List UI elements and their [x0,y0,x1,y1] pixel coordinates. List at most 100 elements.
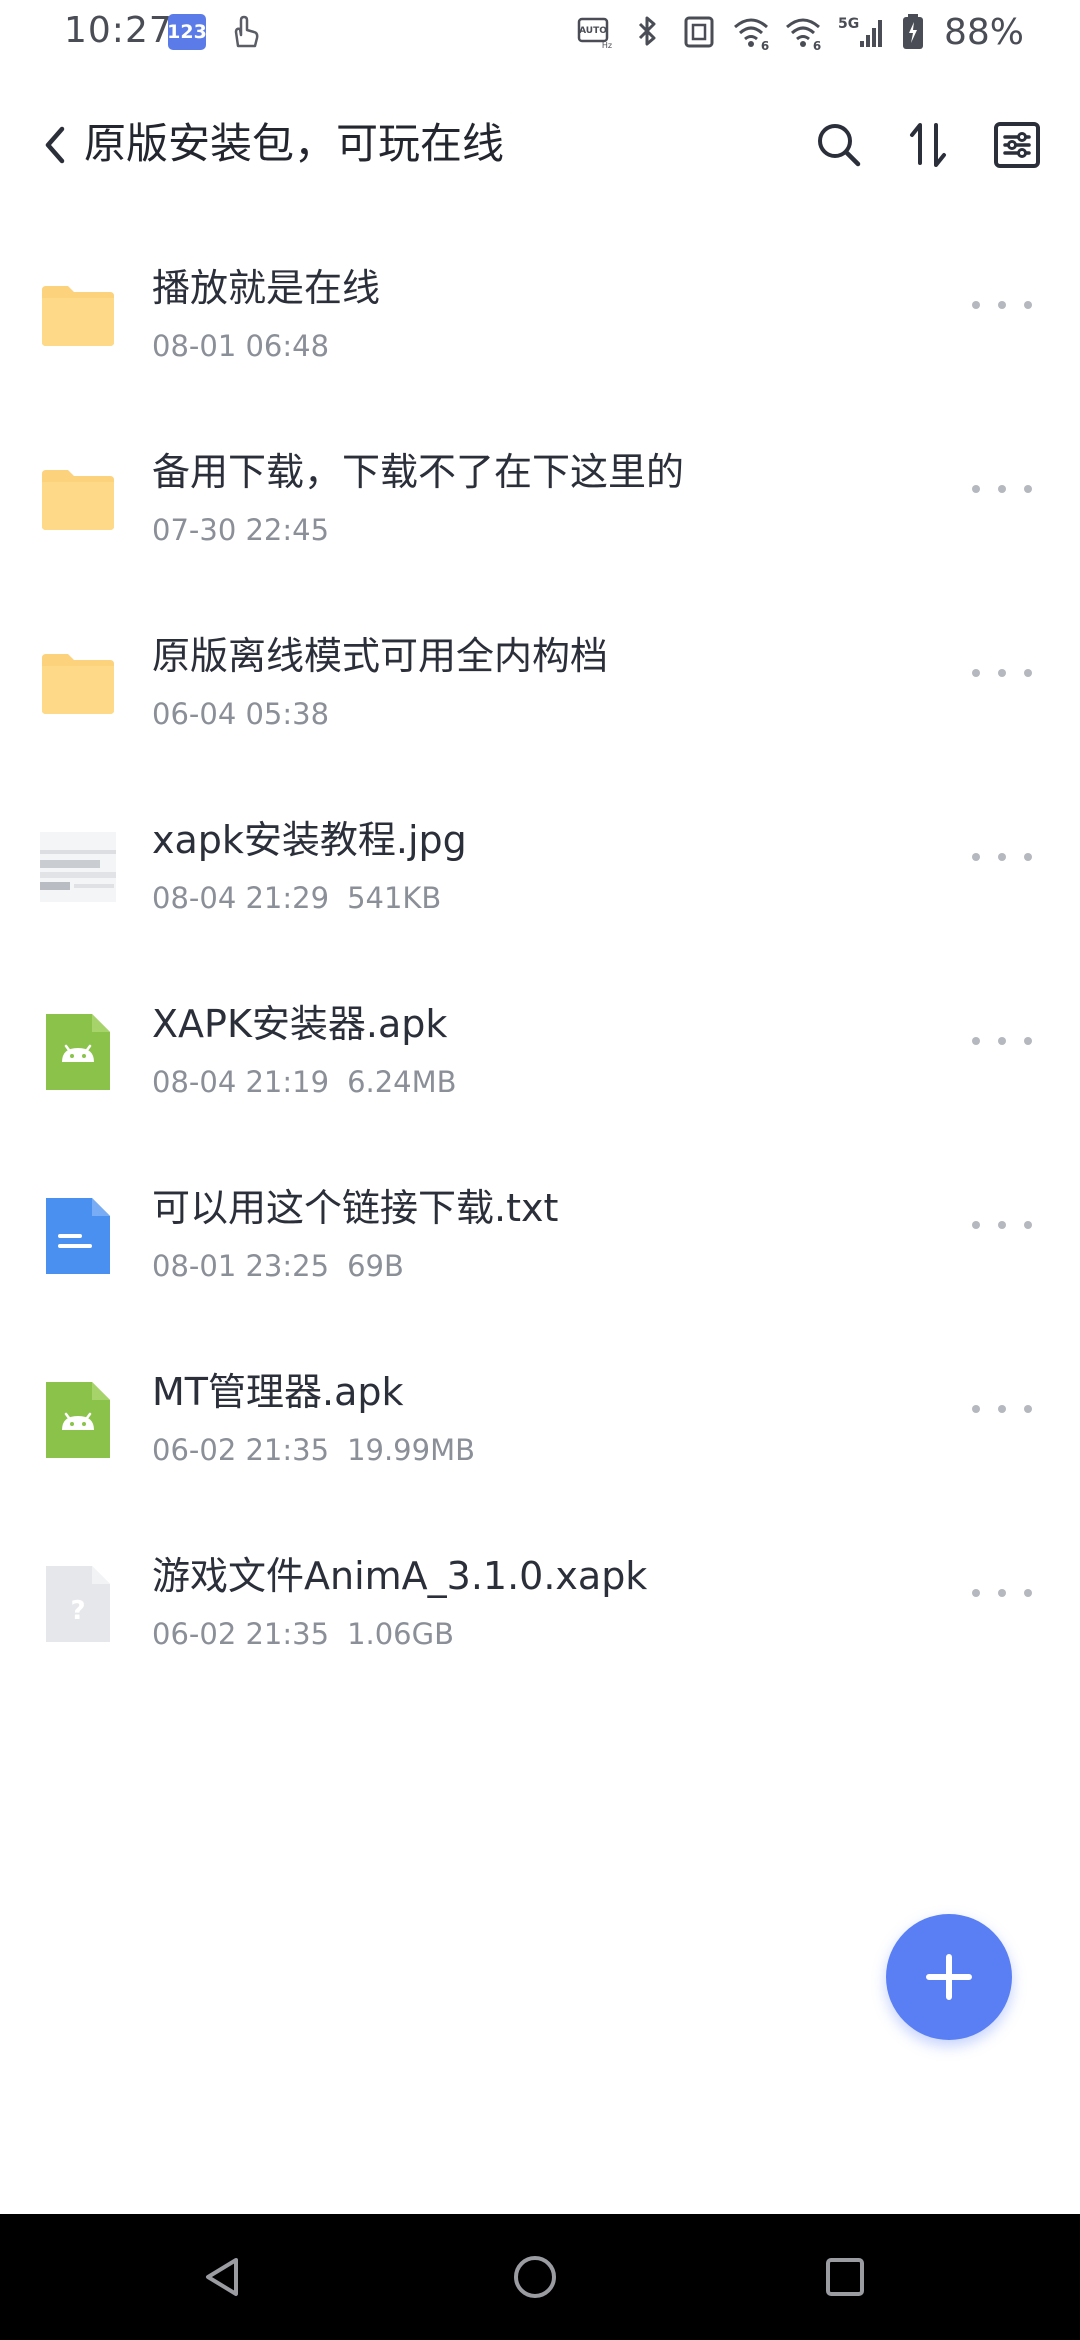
more-dot-icon [972,853,980,861]
plus-icon [926,1954,972,2000]
file-name: MT管理器.apk [152,1370,404,1414]
wifi6-icon: 6 [785,18,821,51]
wifi-badge: 6 [761,39,769,51]
settings-sliders-icon [994,122,1040,168]
unknown-file-icon: ? [46,1566,110,1642]
bluetooth-icon [638,16,656,46]
list-item[interactable]: 原版离线模式可用全内构档 06-04 05:38 [0,618,1080,802]
file-date: 07-30 22:45 [152,513,330,547]
file-meta: 08-01 23:25 69B [152,1244,404,1288]
system-nav-bar [0,2214,1080,2340]
more-dot-icon [998,1405,1006,1413]
circle-home-icon [514,2256,556,2298]
status-icons: AUTO Hz 6 6 5G 88% [576,8,1024,56]
battery-icon [902,14,923,49]
file-meta: 08-04 21:29 541KB [152,876,441,920]
file-meta: 08-04 21:19 6.24MB [152,1060,457,1104]
file-date: 08-04 21:19 [152,1065,330,1099]
wifi-badge: 6 [813,39,821,51]
android-apk-icon [46,1382,110,1458]
file-name: 原版离线模式可用全内构档 [152,634,609,678]
file-date: 06-02 21:35 [152,1433,330,1467]
file-name: 可以用这个链接下载.txt [152,1186,559,1230]
folder-icon [42,286,114,346]
more-dot-icon [998,485,1006,493]
more-dot-icon [1024,1221,1032,1229]
add-button[interactable] [886,1914,1012,2040]
more-dot-icon [998,1037,1006,1045]
list-item[interactable]: xapk安装教程.jpg 08-04 21:29 541KB [0,802,1080,986]
file-date: 06-04 05:38 [152,697,330,731]
nfc-icon [684,16,714,48]
list-item[interactable]: MT管理器.apk 06-02 21:35 19.99MB [0,1354,1080,1538]
input-123-badge-icon: 123 [167,14,207,50]
more-dot-icon [1024,1037,1032,1045]
file-date: 08-01 06:48 [152,329,330,363]
search-button[interactable] [808,114,870,176]
auto-hz-icon: AUTO Hz [577,17,612,50]
more-options-button[interactable] [972,1394,1032,1424]
more-dot-icon [1024,1405,1032,1413]
search-icon [818,124,861,167]
more-dot-icon [1024,301,1032,309]
more-dot-icon [998,301,1006,309]
more-dot-icon [972,485,980,493]
folder-icon [42,654,114,714]
nav-back-button[interactable] [190,2244,256,2310]
more-dot-icon [972,1589,980,1597]
back-button[interactable] [30,118,80,172]
list-item[interactable]: 可以用这个链接下载.txt 08-01 23:25 69B [0,1170,1080,1354]
network-label: 5G [838,16,859,32]
screen: 10:27 123 AUTO Hz 6 6 5G 88% 原版安装包，可玩在线 … [0,0,1080,2340]
file-name: 游戏文件AnimA_3.1.0.xapk [152,1554,648,1598]
file-meta: 06-04 05:38 [152,692,329,736]
sort-button[interactable] [898,114,960,176]
status-bar: 10:27 123 AUTO Hz 6 6 5G 88% [0,0,1080,66]
triangle-back-icon [206,2258,238,2296]
more-options-button[interactable] [972,1578,1032,1608]
file-date: 08-01 23:25 [152,1249,330,1283]
sort-icon [910,123,946,167]
more-options-button[interactable] [972,842,1032,872]
more-options-button[interactable] [972,1026,1032,1056]
image-thumbnail-icon [40,832,116,902]
list-item[interactable]: ? 游戏文件AnimA_3.1.0.xapk 06-02 21:35 1.06GB [0,1538,1080,1722]
file-meta: 06-02 21:35 19.99MB [152,1428,475,1472]
more-dot-icon [998,1221,1006,1229]
nav-recents-button[interactable] [812,2244,878,2310]
more-dot-icon [1024,485,1032,493]
more-dot-icon [972,301,980,309]
file-list: 播放就是在线 08-01 06:48 备用下载，下载不了在下这里的 07-30 … [0,250,1080,1722]
list-item[interactable]: XAPK安装器.apk 08-04 21:19 6.24MB [0,986,1080,1170]
nav-home-button[interactable] [502,2244,568,2310]
options-button[interactable] [986,114,1048,176]
battery-percent: 88% [943,11,1024,53]
more-dot-icon [1024,1589,1032,1597]
app-header: 原版安装包，可玩在线 [0,100,1080,190]
more-options-button[interactable] [972,474,1032,504]
text-file-icon [46,1198,110,1274]
more-dot-icon [998,669,1006,677]
more-dot-icon [972,1037,980,1045]
folder-icon [42,470,114,530]
square-recents-icon [826,2258,864,2296]
file-name: 播放就是在线 [152,266,381,310]
file-size: 1.06GB [347,1617,454,1651]
more-dot-icon [1024,669,1032,677]
more-options-button[interactable] [972,290,1032,320]
more-options-button[interactable] [972,658,1032,688]
list-item[interactable]: 播放就是在线 08-01 06:48 [0,250,1080,434]
more-options-button[interactable] [972,1210,1032,1240]
more-dot-icon [972,669,980,677]
file-size: 69B [347,1249,404,1283]
android-apk-icon [46,1014,110,1090]
file-meta: 07-30 22:45 [152,508,329,552]
file-name: XAPK安装器.apk [152,1002,448,1046]
hand-icon [234,15,259,48]
wifi6-icon: 6 [733,18,769,51]
list-item[interactable]: 备用下载，下载不了在下这里的 07-30 22:45 [0,434,1080,618]
chevron-left-icon [45,126,65,164]
svg-text:AUTO: AUTO [579,26,607,36]
more-dot-icon [972,1405,980,1413]
more-dot-icon [998,1589,1006,1597]
